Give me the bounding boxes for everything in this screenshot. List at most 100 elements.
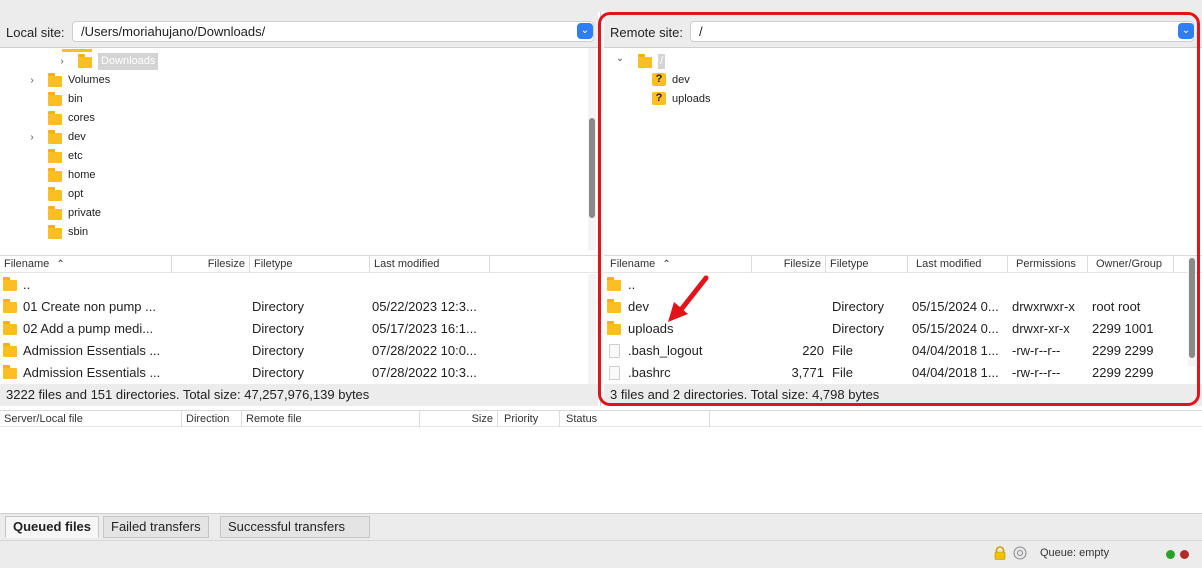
chevron-down-icon[interactable]: ⌄ [577, 23, 593, 39]
remote-tree-item[interactable]: ⌄ / [604, 52, 1190, 71]
pane-splitter[interactable] [600, 12, 601, 406]
folder-icon [638, 54, 652, 68]
local-tree-item[interactable]: home [0, 166, 586, 185]
remote-status: 3 files and 2 directories. Total size: 4… [604, 384, 1202, 406]
col-filename-label: Filename [610, 258, 656, 270]
remote-tree-item[interactable]: ? uploads [604, 90, 1190, 109]
local-tree-label: dev [68, 131, 86, 143]
file-modified: 04/04/2018 1... [912, 365, 999, 380]
file-modified: 07/28/2022 10:3... [372, 365, 477, 380]
tab-queued-files[interactable]: Queued files [5, 516, 100, 538]
local-tree-label: private [68, 207, 102, 219]
chevron-down-icon[interactable]: ⌄ [1178, 23, 1194, 39]
folder-icon [607, 321, 621, 335]
local-tree-item[interactable]: cores [0, 109, 586, 128]
local-tree-scroll-thumb[interactable] [589, 118, 595, 218]
queue-col-remote-file[interactable]: Remote file [242, 411, 420, 427]
remote-tree-label: dev [672, 74, 690, 86]
local-tree-label: Downloads [98, 53, 159, 70]
local-tree-item[interactable]: private [0, 204, 586, 223]
file-name: .bashrc [628, 365, 671, 380]
local-tree-item[interactable]: etc [0, 147, 586, 166]
col-label: Size [471, 413, 493, 425]
folder-icon [607, 299, 621, 313]
top-strip [0, 0, 1202, 12]
chevron-right-icon[interactable]: › [26, 128, 38, 147]
local-tree-item[interactable]: bin [0, 90, 586, 109]
file-type: Directory [832, 321, 885, 336]
folder-icon [48, 168, 62, 182]
queue-col-priority[interactable]: Priority [498, 411, 560, 427]
local-file-row[interactable]: 01 Create non pump ... Directory 05/22/202… [0, 296, 586, 318]
local-col-filetype[interactable]: Filetype [250, 256, 370, 273]
local-tree-item[interactable]: › Downloads [0, 52, 586, 71]
file-type: Directory [252, 365, 305, 380]
remote-list-scroll-thumb[interactable] [1189, 258, 1195, 358]
file-name: .bash_logout [628, 343, 703, 358]
remote-col-owner-group[interactable]: Owner/Group [1088, 256, 1174, 273]
local-tree-scrollbar[interactable] [588, 48, 596, 250]
local-file-row[interactable]: Admission Essentials ... Directory 07/28/2… [0, 340, 586, 362]
remote-col-filetype[interactable]: Filetype [826, 256, 908, 273]
tab-failed-transfers[interactable]: Failed transfers [103, 516, 209, 538]
queue-col-direction[interactable]: Direction [182, 411, 242, 427]
speed-limit-icon[interactable] [1013, 546, 1027, 560]
queue-col-server-local[interactable]: Server/Local file [0, 411, 182, 427]
folder-icon [48, 92, 62, 106]
remote-list-scrollbar[interactable] [1188, 256, 1196, 366]
local-col-filename[interactable]: Filename ⌃ [0, 256, 172, 273]
local-file-header: Filename ⌃ Filesize Filetype Last modifi… [0, 255, 598, 273]
file-owner-group: 2299 1001 [1092, 321, 1154, 336]
local-tree-item[interactable]: opt [0, 185, 586, 204]
file-owner-group: 2299 2299 [1092, 365, 1154, 380]
col-permissions-label: Permissions [1016, 258, 1076, 270]
local-tree-item[interactable]: › dev [0, 128, 586, 147]
local-file-row[interactable]: .. [0, 274, 586, 296]
local-site-input[interactable]: /Users/moriahujano/Downloads/ [72, 21, 594, 42]
remote-col-last-modified[interactable]: Last modified [908, 256, 1008, 273]
local-col-last-modified[interactable]: Last modified [370, 256, 490, 273]
local-col-filesize[interactable]: Filesize [172, 256, 250, 273]
chevron-right-icon[interactable]: › [56, 52, 68, 71]
col-filetype-label: Filetype [830, 258, 869, 270]
file-name: Admission Essentials ... [23, 365, 161, 380]
local-tree-item[interactable]: › Volumes [0, 71, 586, 90]
chevron-right-icon[interactable]: › [26, 71, 38, 90]
queue-col-status[interactable]: Status [560, 411, 710, 427]
file-owner-group: root root [1092, 299, 1141, 314]
queue-tabs: Queued files Failed transfers Successful… [0, 513, 1202, 540]
file-size: 220 [802, 343, 824, 358]
remote-site-input[interactable]: / [690, 21, 1194, 42]
local-tree: › Downloads › Volumes bin cores › dev etc home opt… [0, 48, 586, 250]
file-permissions: -rw-r--r-- [1012, 343, 1061, 358]
col-filesize-label: Filesize [207, 258, 245, 270]
file-permissions: drwxrwxr-x [1012, 299, 1075, 314]
file-modified: 04/04/2018 1... [912, 343, 999, 358]
col-label: Server/Local file [4, 413, 83, 425]
file-icon [609, 344, 620, 358]
lock-icon [993, 546, 1007, 560]
local-file-row[interactable]: Admission Essentials ... Directory 07/28/2… [0, 362, 586, 384]
remote-tree-label: / [658, 54, 666, 69]
remote-col-filename[interactable]: Filename ⌃ [604, 256, 752, 273]
local-tree-item[interactable]: sbin [0, 223, 586, 242]
local-tree-label: home [68, 169, 96, 181]
remote-tree-label: uploads [672, 93, 711, 105]
remote-file-row[interactable]: .bash_logout 220 File 04/04/2018 1... -rw-r-… [604, 340, 1190, 362]
remote-tree-item[interactable]: ? dev [604, 71, 1190, 90]
local-list-scrollbar[interactable] [588, 274, 596, 384]
remote-col-filesize[interactable]: Filesize [752, 256, 826, 273]
local-file-row[interactable]: 02 Add a pump medi... Directory 05/17/2023… [0, 318, 586, 340]
chevron-down-icon[interactable]: ⌄ [614, 49, 626, 68]
tab-successful-transfers[interactable]: Successful transfers [220, 516, 370, 538]
file-type: Directory [832, 299, 885, 314]
col-label: Direction [186, 413, 230, 425]
queue-col-size[interactable]: Size [420, 411, 498, 427]
remote-file-row[interactable]: .bashrc 3,771 File 04/04/2018 1... -rw-r--r-… [604, 362, 1190, 384]
file-modified: 05/17/2023 16:1... [372, 321, 477, 336]
folder-icon [78, 54, 92, 68]
file-type: File [832, 365, 853, 380]
remote-site-label: Remote site: [610, 25, 683, 40]
remote-col-permissions[interactable]: Permissions [1008, 256, 1088, 273]
col-label: Status [566, 413, 598, 425]
